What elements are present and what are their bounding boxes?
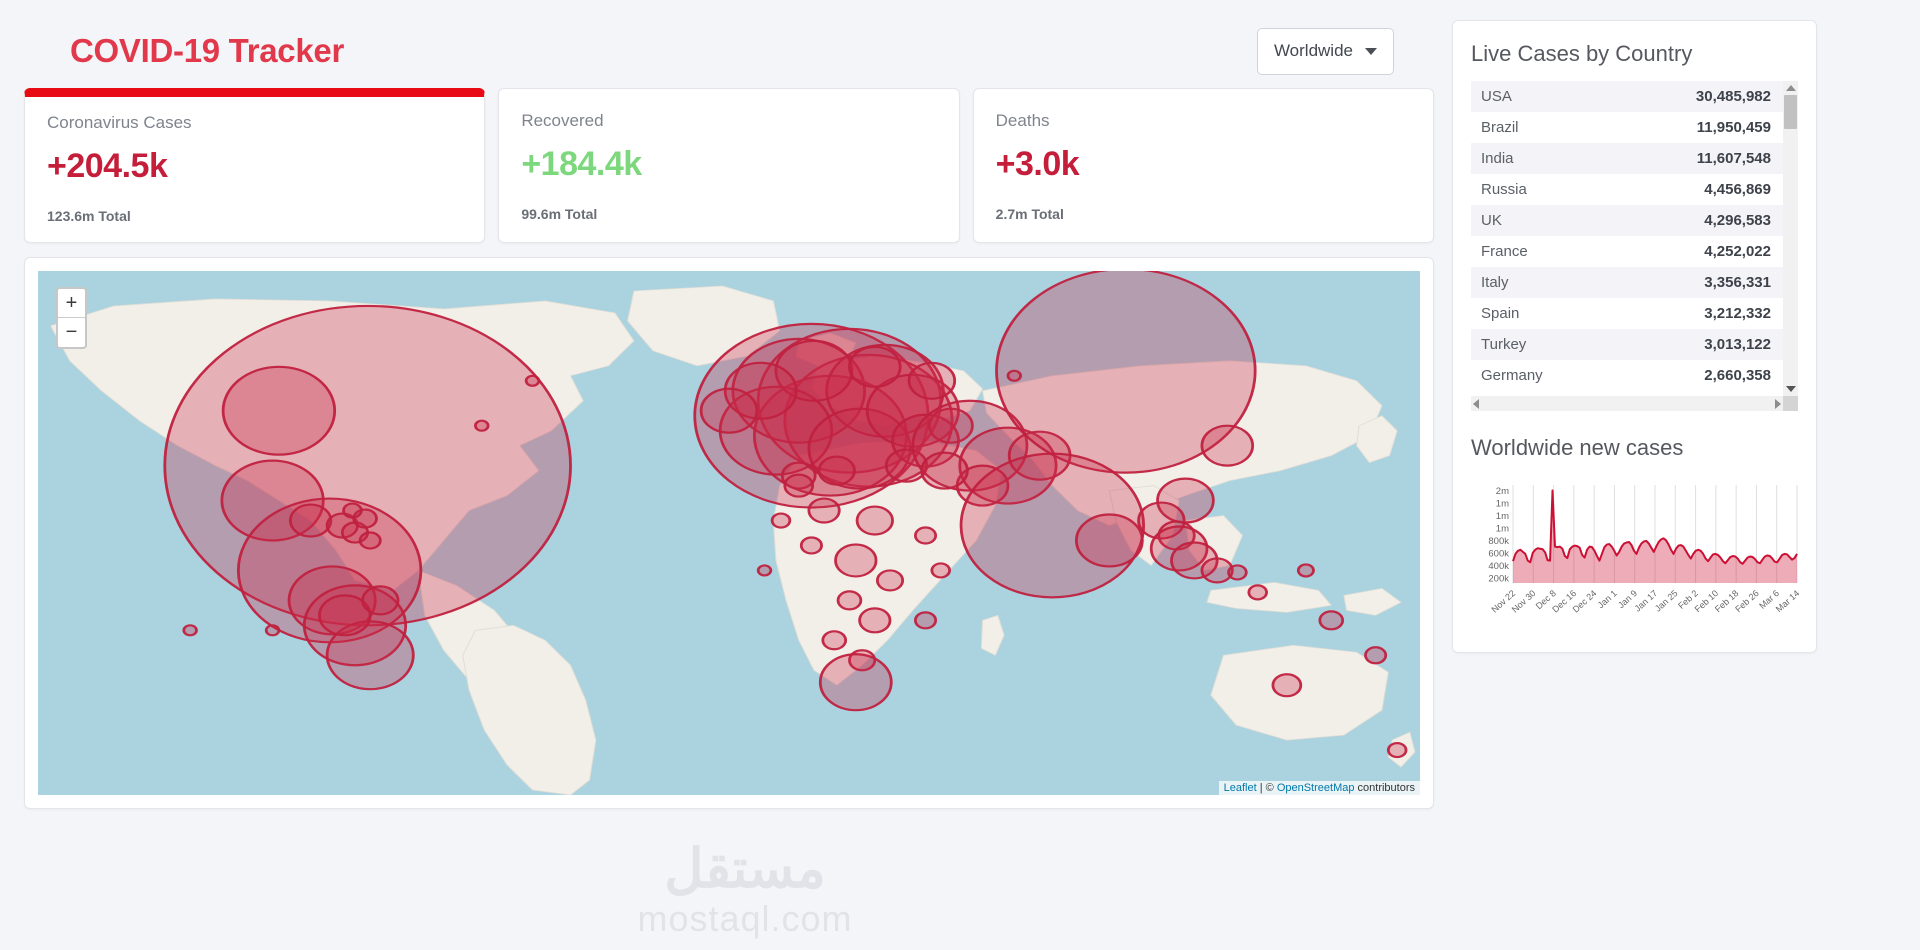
country-name: Russia bbox=[1481, 181, 1527, 198]
country-select-dropdown[interactable]: Worldwide bbox=[1256, 27, 1394, 75]
country-table-wrapper: USA 30,485,982 Brazil 11,950,459 India 11,607… bbox=[1471, 81, 1798, 411]
scroll-right-icon[interactable] bbox=[1775, 398, 1781, 409]
country-cases: 3,356,331 bbox=[1704, 274, 1771, 291]
country-cases: 4,456,869 bbox=[1704, 181, 1771, 198]
map-attribution: Leaflet | © OpenStreetMap contributors bbox=[1218, 781, 1420, 795]
sidebar-panel: Live Cases by Country USA 30,485,982 Brazi… bbox=[1452, 20, 1817, 653]
zoom-in-button[interactable]: + bbox=[58, 289, 85, 318]
y-axis-tick-label: 800k bbox=[1488, 536, 1509, 547]
scroll-down-icon[interactable] bbox=[1785, 386, 1796, 392]
main-column: COVID-19 Tracker Worldwide Coronavirus C… bbox=[24, 20, 1434, 950]
attrib-separator: | bbox=[1256, 782, 1266, 794]
table-row[interactable]: Brazil 11,950,459 bbox=[1471, 112, 1783, 143]
table-row[interactable]: Turkey 3,013,122 bbox=[1471, 329, 1783, 360]
scroll-up-icon[interactable] bbox=[1785, 85, 1796, 91]
country-name: Brazil bbox=[1481, 119, 1519, 136]
dashboard-root: COVID-19 Tracker Worldwide Coronavirus C… bbox=[0, 0, 1920, 950]
chevron-down-icon bbox=[1365, 47, 1377, 55]
scrollbar-corner bbox=[1783, 396, 1798, 411]
header-bar: COVID-19 Tracker Worldwide bbox=[24, 20, 1434, 82]
y-axis-tick-label: 1m bbox=[1496, 499, 1509, 510]
country-name: India bbox=[1481, 150, 1514, 167]
openstreetmap-link[interactable]: OpenStreetMap bbox=[1277, 782, 1355, 794]
y-axis-tick-label: 1m bbox=[1496, 511, 1509, 522]
x-axis-tick-label: Feb 26 bbox=[1733, 588, 1761, 614]
y-axis-tick-label: 400k bbox=[1488, 561, 1509, 572]
page-title: COVID-19 Tracker bbox=[70, 32, 345, 69]
stat-card-total: 123.6m Total bbox=[47, 208, 131, 224]
x-axis-tick-label: Jan 25 bbox=[1653, 588, 1680, 614]
country-cases: 11,607,548 bbox=[1696, 150, 1771, 167]
stat-card-recovered[interactable]: Recovered +184.4k 99.6m Total bbox=[498, 88, 960, 243]
stat-card-title: Coronavirus Cases bbox=[47, 113, 192, 132]
country-cases: 4,296,583 bbox=[1704, 212, 1771, 229]
table-row[interactable]: Spain 3,212,332 bbox=[1471, 298, 1783, 329]
stat-card-title: Recovered bbox=[521, 111, 604, 130]
country-cases: 30,485,982 bbox=[1695, 88, 1771, 105]
country-cases: 2,660,358 bbox=[1704, 367, 1771, 384]
stat-card-total: 99.6m Total bbox=[521, 206, 598, 222]
vertical-scrollbar[interactable] bbox=[1783, 81, 1798, 396]
country-cases: 4,252,022 bbox=[1704, 243, 1771, 260]
country-name: France bbox=[1481, 243, 1528, 260]
y-axis-tick-label: 200k bbox=[1488, 574, 1509, 585]
country-name: USA bbox=[1481, 88, 1512, 105]
table-row[interactable]: UK 4,296,583 bbox=[1471, 205, 1783, 236]
table-row[interactable]: USA 30,485,982 bbox=[1471, 81, 1783, 112]
stat-card-title: Deaths bbox=[995, 111, 1050, 130]
zoom-out-button[interactable]: − bbox=[58, 318, 85, 347]
stat-card-cases[interactable]: Coronavirus Cases +204.5k 123.6m Total bbox=[24, 88, 486, 243]
scrollbar-thumb[interactable] bbox=[1784, 95, 1797, 129]
map-canvas bbox=[38, 271, 1420, 795]
dropdown-label: Worldwide bbox=[1273, 41, 1353, 60]
table-row[interactable]: France 4,252,022 bbox=[1471, 236, 1783, 267]
table-row[interactable]: India 11,607,548 bbox=[1471, 143, 1783, 174]
country-name: Italy bbox=[1481, 274, 1509, 291]
table-row[interactable]: Germany 2,660,358 bbox=[1471, 360, 1783, 391]
leaflet-link[interactable]: Leaflet bbox=[1224, 782, 1257, 794]
worldwide-chart-title: Worldwide new cases bbox=[1471, 435, 1684, 460]
attrib-contributors: contributors bbox=[1354, 782, 1415, 794]
stat-card-deaths[interactable]: Deaths +3.0k 2.7m Total bbox=[972, 88, 1434, 243]
attrib-copyright: © bbox=[1265, 782, 1277, 794]
chart-canvas: 2m1m1m1m800k600k400k200kNov 22Nov 30Dec … bbox=[1488, 485, 1801, 615]
table-row[interactable]: Italy 3,356,331 bbox=[1471, 267, 1783, 298]
stats-row: Coronavirus Cases +204.5k 123.6m Total R… bbox=[24, 88, 1434, 243]
country-cases: 3,013,122 bbox=[1704, 336, 1771, 353]
y-axis-tick-label: 1m bbox=[1496, 524, 1509, 535]
country-list[interactable]: USA 30,485,982 Brazil 11,950,459 India 11,607… bbox=[1471, 81, 1783, 396]
country-name: UK bbox=[1481, 212, 1502, 229]
x-axis-tick-label: Jan 1 bbox=[1596, 588, 1619, 610]
y-axis-tick-label: 2m bbox=[1496, 486, 1509, 497]
y-axis-tick-label: 600k bbox=[1488, 549, 1509, 560]
country-name: Germany bbox=[1481, 367, 1543, 384]
table-row[interactable]: Russia 4,456,869 bbox=[1471, 174, 1783, 205]
x-axis-tick-label: Mar 14 bbox=[1774, 588, 1801, 614]
worldwide-new-cases-chart[interactable]: 2m 1m 1m 1m 800k 600k 400k 200k Nov 22 Nov 30 Dec … bbox=[1471, 479, 1801, 629]
map-card: + − Leaflet | © OpenStreetMap contributo… bbox=[24, 257, 1434, 809]
live-cases-title: Live Cases by Country bbox=[1471, 41, 1693, 66]
stat-card-total: 2.7m Total bbox=[995, 206, 1064, 222]
country-cases: 11,950,459 bbox=[1696, 119, 1771, 136]
stat-card-value: +204.5k bbox=[47, 147, 168, 185]
map-zoom-controls[interactable]: + − bbox=[56, 287, 87, 349]
leaflet-map[interactable]: + − Leaflet | © OpenStreetMap contributo… bbox=[38, 271, 1420, 795]
country-name: Turkey bbox=[1481, 336, 1527, 353]
country-name: Spain bbox=[1481, 305, 1520, 322]
scroll-left-icon[interactable] bbox=[1473, 398, 1479, 409]
stat-card-value: +184.4k bbox=[521, 145, 642, 183]
stat-card-value: +3.0k bbox=[995, 145, 1080, 183]
horizontal-scrollbar[interactable] bbox=[1471, 396, 1798, 411]
country-cases: 3,212,332 bbox=[1704, 305, 1771, 322]
